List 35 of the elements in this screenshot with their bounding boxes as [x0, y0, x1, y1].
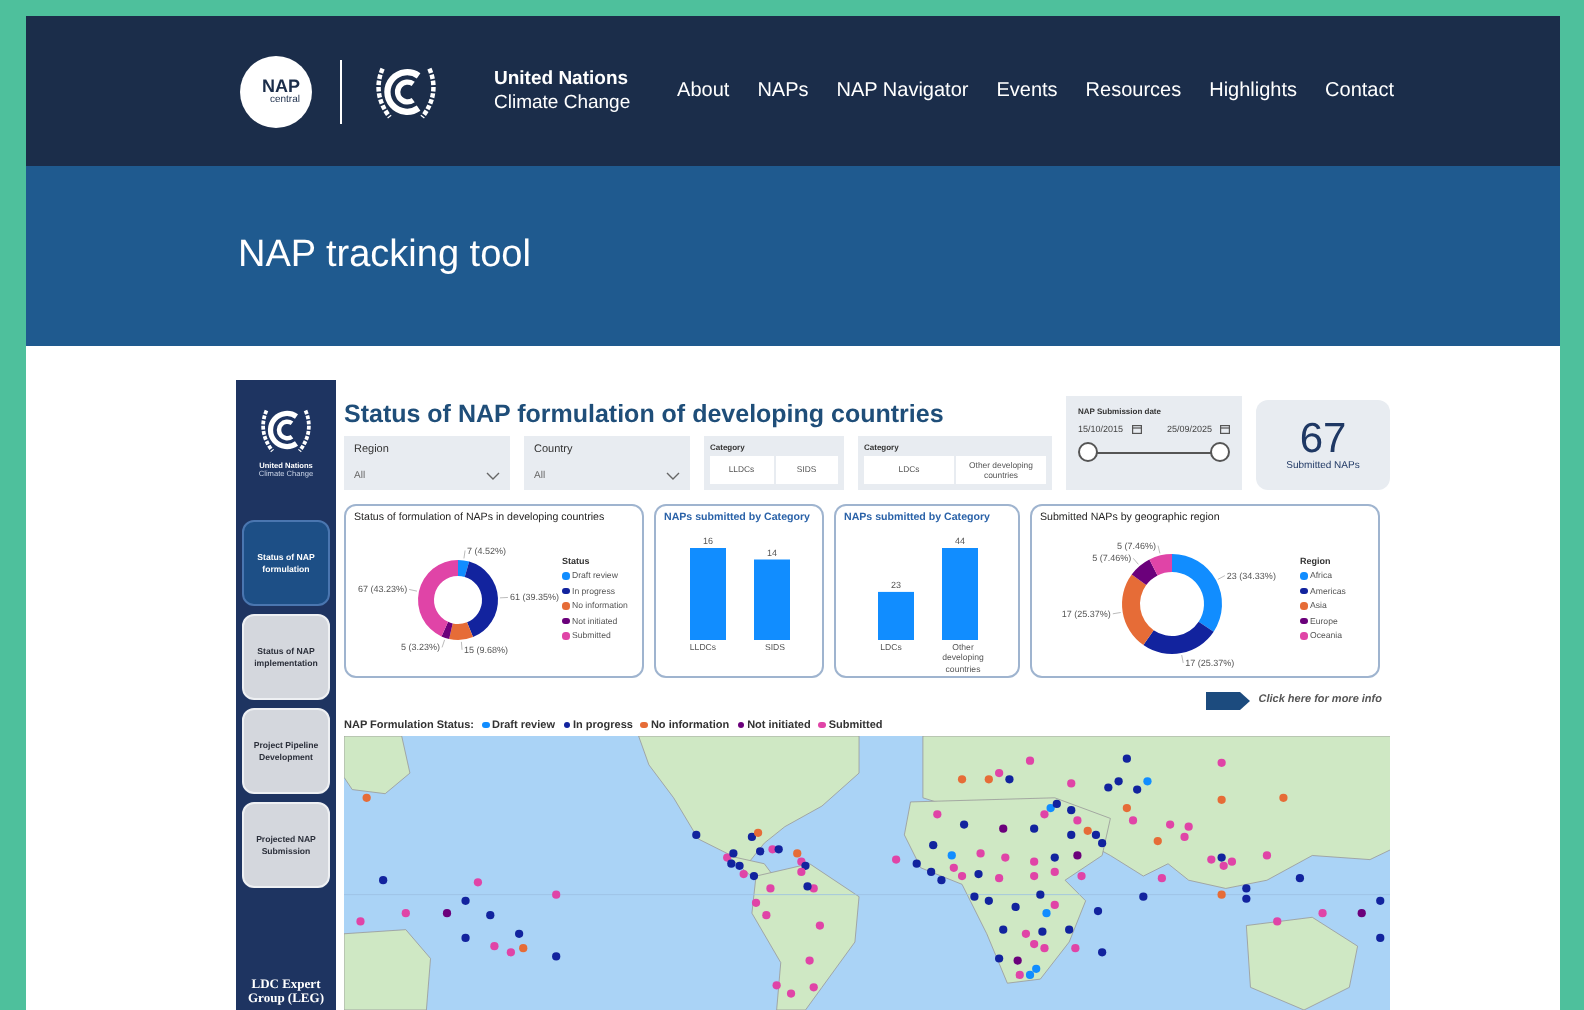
- arrow-tag-icon: [1206, 691, 1251, 709]
- leader-line: [441, 639, 445, 648]
- calendar-icon: [1131, 424, 1142, 434]
- org-name: United Nations: [494, 67, 631, 91]
- range-slider[interactable]: [1078, 442, 1230, 462]
- bar: [941, 548, 977, 640]
- org-subname: Climate Change: [494, 91, 631, 115]
- bar: [877, 591, 913, 640]
- bar: [753, 559, 789, 640]
- leader-line: [1157, 545, 1161, 554]
- slider-thumb[interactable]: [1210, 442, 1230, 462]
- leader-line: [1132, 557, 1139, 565]
- page-title: NAP tracking tool: [238, 234, 531, 278]
- leader-line: [499, 597, 509, 599]
- calendar-icon: [1220, 424, 1230, 434]
- nav-link[interactable]: About: [677, 80, 730, 102]
- leader-line: [1181, 654, 1184, 664]
- leader-line: [463, 550, 466, 559]
- kpi-value: 67: [1299, 418, 1347, 460]
- leader-line: [1217, 575, 1226, 580]
- bar: [689, 548, 725, 640]
- leader-line: [461, 641, 463, 651]
- world-map[interactable]: [344, 736, 1390, 1010]
- nav-link[interactable]: NAPs: [757, 80, 809, 102]
- nav-link[interactable]: Resources: [1085, 80, 1182, 102]
- nav-link[interactable]: NAP Navigator: [836, 80, 969, 102]
- leader-line: [1112, 612, 1122, 615]
- dashboard-title: Status of NAP formulation of developing countries: [344, 400, 946, 428]
- chevron-down-icon: [486, 472, 500, 480]
- nav-link[interactable]: Highlights: [1209, 80, 1298, 102]
- leader-line: [408, 589, 418, 592]
- slider-thumb[interactable]: [1078, 442, 1098, 462]
- nav-link[interactable]: Contact: [1325, 80, 1394, 102]
- nav-link[interactable]: Events: [996, 80, 1058, 102]
- chevron-down-icon: [666, 472, 680, 480]
